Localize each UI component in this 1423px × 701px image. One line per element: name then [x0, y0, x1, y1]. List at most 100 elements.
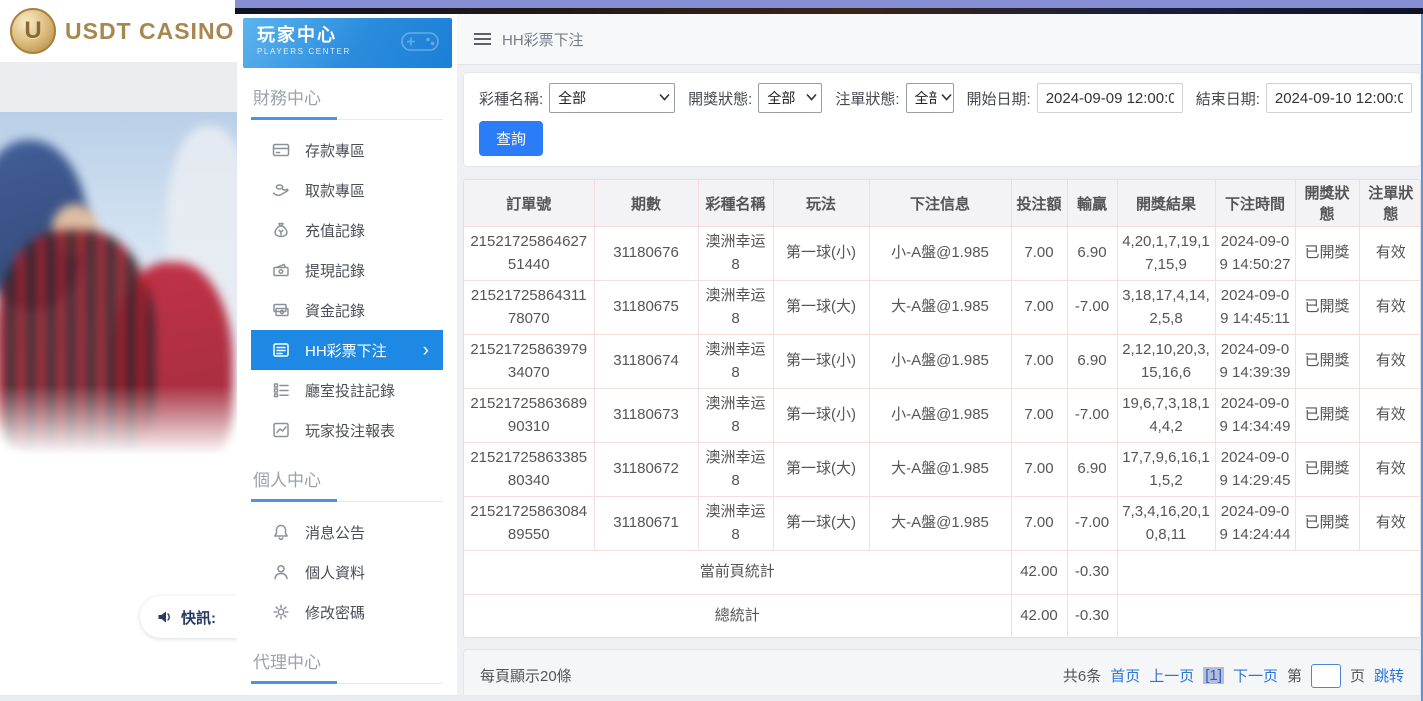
table-cell: 第一球(小) — [773, 227, 869, 281]
table-cell: 7.00 — [1011, 335, 1067, 389]
table-row: 215217258646275144031180676澳洲幸运8第一球(小)小-… — [464, 227, 1421, 281]
first-page-link[interactable]: 首页 — [1110, 665, 1140, 686]
table-cell: 31180674 — [594, 335, 698, 389]
lottery-name-select[interactable]: 全部 — [549, 83, 675, 113]
sidebar-item-label: 資金記錄 — [305, 300, 365, 321]
page-summary-label: 當前頁統計 — [464, 551, 1011, 595]
sidebar-item-change-password[interactable]: 修改密碼 › — [251, 592, 443, 632]
table-cell: 澳洲幸运8 — [698, 281, 773, 335]
table-cell: 有效 — [1359, 389, 1421, 443]
hall-bet-record-icon — [271, 381, 291, 399]
table-cell: 2152172586462751440 — [464, 227, 594, 281]
page-title: HH彩票下注 — [502, 29, 584, 50]
table-row: 215217258633858034031180672澳洲幸运8第一球(大)大-… — [464, 443, 1421, 497]
start-date-input[interactable] — [1037, 83, 1183, 113]
deposit-icon — [271, 141, 291, 159]
sidebar-item-profile[interactable]: 個人資料 › — [251, 552, 443, 592]
table-cell: 有效 — [1359, 497, 1421, 551]
table-cell: 31180676 — [594, 227, 698, 281]
end-date-input[interactable] — [1266, 83, 1412, 113]
current-page-indicator: [1] — [1203, 667, 1224, 684]
sidebar-item-label: 存款專區 — [305, 140, 365, 161]
table-cell: 2024-09-09 14:34:49 — [1215, 389, 1295, 443]
page-size-text: 每頁顯示20條 — [480, 665, 572, 686]
table-cell: 7,3,4,16,20,10,8,11 — [1117, 497, 1215, 551]
top-purple-strip — [235, 0, 1423, 8]
sidebar-item-label: HH彩票下注 — [305, 340, 387, 361]
table-cell: 澳洲幸运8 — [698, 389, 773, 443]
grand-summary-empty — [1117, 594, 1421, 637]
table-cell: 4,20,1,7,19,17,15,9 — [1117, 227, 1215, 281]
grand-summary-bet-total: 42.00 — [1011, 594, 1067, 637]
sidebar-item-hh-lottery-bet[interactable]: HH彩票下注 › — [251, 330, 443, 370]
content: 彩種名稱: 全部 開獎狀態: 全部 注單狀態: 全部 開始 — [457, 65, 1421, 701]
table-cell: 3,18,17,4,14,2,5,8 — [1117, 281, 1215, 335]
sidebar: 玩家中心 PLAYERS CENTER 財務中心 存款專區 › 取款專區 › 充… — [237, 13, 457, 701]
table-cell: 7.00 — [1011, 443, 1067, 497]
sidebar-item-withdraw[interactable]: 取款專區 › — [251, 170, 443, 210]
prev-page-link[interactable]: 上一页 — [1149, 665, 1194, 686]
sidebar-item-recharge-record[interactable]: 充值記錄 › — [251, 210, 443, 250]
table-cell: 第一球(小) — [773, 389, 869, 443]
table-cell: 第一球(小) — [773, 335, 869, 389]
lottery-bet-icon — [271, 341, 291, 359]
sidebar-item-label: 玩家投注報表 — [305, 420, 395, 441]
table-cell: 大-A盤@1.985 — [869, 443, 1011, 497]
page-jump-input[interactable] — [1311, 664, 1341, 688]
table-cell: 7.00 — [1011, 281, 1067, 335]
table-cell: 有效 — [1359, 443, 1421, 497]
table-cell: 已開獎 — [1295, 335, 1359, 389]
order-status-select[interactable]: 全部 — [906, 83, 954, 113]
end-date-label: 結束日期: — [1196, 88, 1260, 109]
table-cell: 2152172586397934070 — [464, 335, 594, 389]
sidebar-section-items: 存款專區 › 取款專區 › 充值記錄 › 提現記錄 › 資金記錄 › HH彩票下… — [251, 130, 443, 450]
sidebar-item-notice[interactable]: 消息公告 › — [251, 512, 443, 552]
logo-monogram: U — [24, 17, 41, 45]
news-label: 快訊: — [181, 607, 216, 628]
order-status-label: 注單狀態: — [835, 88, 899, 109]
table-cell: 第一球(大) — [773, 443, 869, 497]
sidebar-section: 財務中心 存款專區 › 取款專區 › 充值記錄 › 提現記錄 › 資金記錄 › … — [251, 80, 443, 450]
jump-action-link[interactable]: 跳转 — [1374, 665, 1404, 686]
table-cell: 已開獎 — [1295, 497, 1359, 551]
table-column-header: 玩法 — [773, 180, 869, 227]
sidebar-item-funds-record[interactable]: 資金記錄 › — [251, 290, 443, 330]
sidebar-item-withdraw-record[interactable]: 提現記錄 › — [251, 250, 443, 290]
sidebar-section-header: 代理中心 — [251, 644, 443, 684]
sidebar-item-label: 充值記錄 — [305, 220, 365, 241]
table-cell: 31180672 — [594, 443, 698, 497]
table-row: 215217258630848955031180671澳洲幸运8第一球(大)大-… — [464, 497, 1421, 551]
table-column-header: 輸贏 — [1067, 180, 1117, 227]
recharge-record-icon — [271, 221, 291, 239]
sidebar-item-deposit[interactable]: 存款專區 › — [251, 130, 443, 170]
table-column-header: 開獎結果 — [1117, 180, 1215, 227]
sidebar-item-hall-bet-record[interactable]: 廳室投註記錄 › — [251, 370, 443, 410]
next-page-link[interactable]: 下一页 — [1233, 665, 1278, 686]
table-cell: 31180675 — [594, 281, 698, 335]
top-strips — [235, 0, 1423, 14]
sidebar-item-label: 提現記錄 — [305, 260, 365, 281]
draw-status-select[interactable]: 全部 — [758, 83, 822, 113]
table-cell: 2024-09-09 14:29:45 — [1215, 443, 1295, 497]
table-cell: 澳洲幸运8 — [698, 335, 773, 389]
top-dark-strip — [235, 8, 1423, 14]
page-summary-bet-total: 42.00 — [1011, 551, 1067, 595]
bets-table: 訂單號期數彩種名稱玩法下注信息投注額輸贏開獎結果下注時間開獎狀態注單狀態 215… — [464, 180, 1421, 637]
table-cell: 7.00 — [1011, 497, 1067, 551]
withdraw-record-icon — [271, 261, 291, 279]
table-cell: 澳洲幸运8 — [698, 497, 773, 551]
grand-summary-label: 總統計 — [464, 594, 1011, 637]
hero-fade — [0, 385, 237, 455]
sidebar-header: 玩家中心 PLAYERS CENTER — [243, 18, 452, 68]
sidebar-item-player-bet-report[interactable]: 玩家投注報表 › — [251, 410, 443, 450]
hamburger-menu-icon[interactable] — [474, 33, 491, 45]
sidebar-item-label: 取款專區 — [305, 180, 365, 201]
soccer-ball-logo-icon: U — [10, 8, 56, 54]
table-row: 215217258639793407031180674澳洲幸运8第一球(小)小-… — [464, 335, 1421, 389]
table-cell: 小-A盤@1.985 — [869, 335, 1011, 389]
left-gray-band — [0, 62, 237, 112]
profile-icon — [271, 563, 291, 581]
brand-logo[interactable]: U USDT CASINO — [0, 0, 237, 62]
table-cell: 31180673 — [594, 389, 698, 443]
search-button[interactable]: 查詢 — [479, 121, 543, 156]
